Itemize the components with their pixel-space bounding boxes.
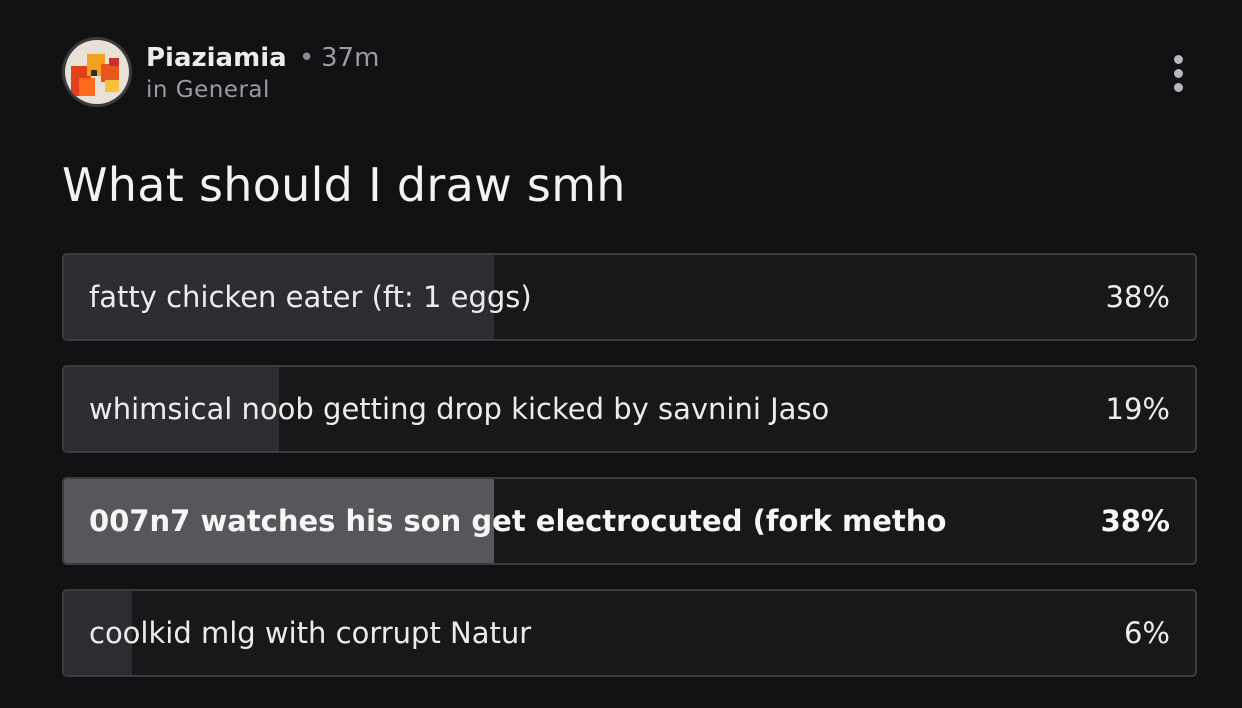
- poll-option[interactable]: 007n7 watches his son get electrocuted (…: [62, 477, 1197, 565]
- poll-option-percent: 19%: [1105, 392, 1170, 426]
- avatar[interactable]: [62, 37, 132, 107]
- post-header: Piaziamia • 37m in General: [62, 37, 1202, 109]
- poll-option[interactable]: fatty chicken eater (ft: 1 eggs) 38%: [62, 253, 1197, 341]
- community-label[interactable]: in General: [146, 77, 270, 103]
- poll-option-label: 007n7 watches his son get electrocuted (…: [89, 504, 947, 538]
- poll-option-label: coolkid mlg with corrupt Natur: [89, 616, 532, 650]
- author-name[interactable]: Piaziamia: [146, 43, 287, 73]
- more-vertical-icon-dot: [1173, 82, 1183, 92]
- poll-option-percent: 38%: [1100, 504, 1170, 538]
- meta-separator: •: [299, 43, 315, 73]
- poll-option-label: fatty chicken eater (ft: 1 eggs): [89, 280, 532, 314]
- post-time: 37m: [321, 43, 380, 73]
- poll-option-percent: 6%: [1123, 616, 1170, 650]
- post-title: What should I draw smh: [62, 158, 626, 212]
- post-card: Piaziamia • 37m in General What should I…: [0, 0, 1242, 708]
- poll-option-percent: 38%: [1105, 280, 1170, 314]
- more-vertical-icon: [1173, 54, 1183, 64]
- more-options-button[interactable]: [1162, 51, 1194, 95]
- more-vertical-icon-dot: [1173, 68, 1183, 78]
- poll-option-label: whimsical noob getting drop kicked by sa…: [89, 392, 830, 426]
- poll-option[interactable]: whimsical noob getting drop kicked by sa…: [62, 365, 1197, 453]
- poll-option[interactable]: coolkid mlg with corrupt Natur 6%: [62, 589, 1197, 677]
- avatar-image: [65, 40, 129, 104]
- poll: fatty chicken eater (ft: 1 eggs) 38% whi…: [62, 253, 1197, 701]
